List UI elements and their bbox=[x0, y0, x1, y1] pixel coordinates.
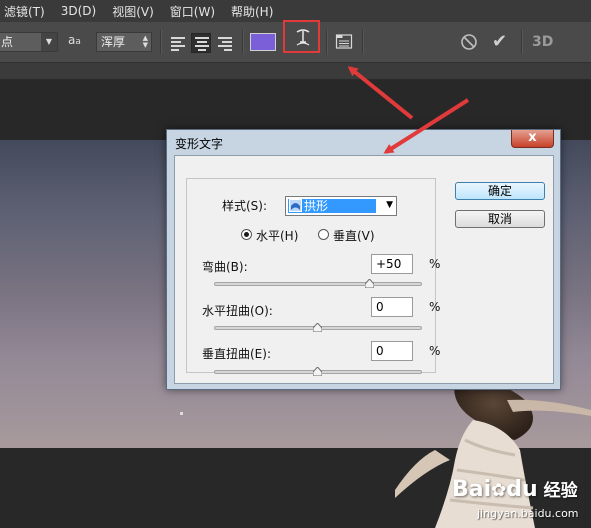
align-center-button[interactable] bbox=[191, 33, 211, 53]
h-distortion-label: 水平扭曲(O): bbox=[202, 304, 273, 318]
style-selected: 拱形 bbox=[288, 199, 376, 213]
font-size-unit-value: 点 bbox=[1, 35, 14, 49]
divider bbox=[326, 30, 327, 54]
horizontal-label: 水平(H) bbox=[256, 229, 299, 243]
paw-icon: ✿ bbox=[491, 480, 507, 501]
dialog-body: 样式(S): 拱形 ▼ 水平(H) 垂直(V) 弯曲(B): +50 % 水平扭… bbox=[174, 155, 554, 384]
warp-settings-group: 样式(S): 拱形 ▼ 水平(H) 垂直(V) 弯曲(B): +50 % 水平扭… bbox=[186, 178, 440, 376]
watermark-url: jingyan.baidu.com bbox=[477, 507, 579, 520]
character-panel-icon[interactable] bbox=[335, 32, 353, 50]
options-bar: 点 ▼ aa 浑厚 ▲ ▼ ✔ 3D bbox=[0, 20, 591, 63]
antialias-icon-small: a bbox=[75, 37, 81, 47]
dialog-title: 变形文字 bbox=[175, 137, 224, 151]
antialias-value: 浑厚 bbox=[101, 35, 126, 49]
menu-view[interactable]: 视图(V) bbox=[104, 3, 162, 20]
v-distortion-label: 垂直扭曲(E): bbox=[202, 347, 271, 361]
dancer-photo bbox=[395, 380, 591, 528]
align-right-button[interactable] bbox=[215, 33, 235, 53]
cancel-edits-icon[interactable] bbox=[460, 33, 478, 51]
style-value: 拱形 bbox=[304, 199, 329, 213]
bend-input[interactable]: +50 bbox=[371, 254, 413, 274]
chevron-down-icon[interactable]: ▼ bbox=[41, 33, 57, 51]
v-distortion-slider-thumb[interactable] bbox=[313, 367, 322, 376]
bend-slider-thumb[interactable] bbox=[365, 279, 374, 288]
v-distortion-percent: % bbox=[429, 344, 441, 358]
align-left-button[interactable] bbox=[168, 33, 188, 53]
watermark-product: 经验 bbox=[543, 481, 578, 501]
divider bbox=[160, 30, 161, 54]
antialias-select[interactable]: 浑厚 ▲ ▼ bbox=[96, 32, 152, 52]
highlight-box bbox=[283, 20, 320, 53]
text-color-swatch[interactable] bbox=[250, 33, 276, 51]
v-distortion-input[interactable]: 0 bbox=[371, 341, 413, 361]
cancel-button[interactable]: 取消 bbox=[455, 210, 545, 228]
style-dropdown[interactable]: 拱形 ▼ bbox=[285, 196, 397, 216]
watermark-brand: Bai bbox=[452, 477, 492, 502]
h-distortion-input[interactable]: 0 bbox=[371, 297, 413, 317]
menu-window[interactable]: 窗口(W) bbox=[162, 3, 223, 20]
canvas-speck bbox=[180, 412, 183, 415]
chevron-down-icon[interactable]: ▼ bbox=[386, 200, 393, 210]
vertical-radio[interactable] bbox=[318, 229, 329, 240]
h-distortion-percent: % bbox=[429, 300, 441, 314]
antialias-icon: aa bbox=[68, 33, 81, 47]
horizontal-radio[interactable] bbox=[241, 229, 252, 240]
commit-check-icon[interactable]: ✔ bbox=[492, 32, 512, 52]
document-tab-strip bbox=[0, 63, 591, 80]
bend-label: 弯曲(B): bbox=[202, 260, 248, 274]
font-size-unit-select[interactable]: 点 ▼ bbox=[0, 32, 58, 52]
ok-button[interactable]: 确定 bbox=[455, 182, 545, 200]
watermark-brand-suffix: du bbox=[506, 477, 538, 502]
divider bbox=[362, 30, 363, 54]
warp-text-dialog: 变形文字 x 样式(S): 拱形 ▼ 水平(H) 垂直(V) 弯曲(B): +5… bbox=[166, 129, 561, 390]
style-label: 样式(S): bbox=[222, 199, 268, 213]
menu-filter[interactable]: 滤镜(T) bbox=[0, 3, 53, 20]
divider bbox=[521, 30, 522, 54]
menu-help[interactable]: 帮助(H) bbox=[223, 3, 281, 20]
vertical-label: 垂直(V) bbox=[333, 229, 375, 243]
baidu-watermark: Bai✿du 经验 bbox=[452, 476, 578, 502]
arc-style-icon bbox=[289, 199, 302, 212]
h-distortion-slider-thumb[interactable] bbox=[313, 323, 322, 332]
menu-bar: 滤镜(T) 3D(D) 视图(V) 窗口(W) 帮助(H) bbox=[0, 0, 591, 22]
divider bbox=[242, 30, 243, 54]
close-icon[interactable]: x bbox=[511, 130, 554, 148]
bend-percent: % bbox=[429, 257, 441, 271]
menu-3d[interactable]: 3D(D) bbox=[53, 4, 104, 18]
spinner-icon: ▲ ▼ bbox=[142, 34, 148, 49]
3d-icon[interactable]: 3D bbox=[532, 34, 553, 50]
bend-slider[interactable] bbox=[214, 282, 422, 286]
